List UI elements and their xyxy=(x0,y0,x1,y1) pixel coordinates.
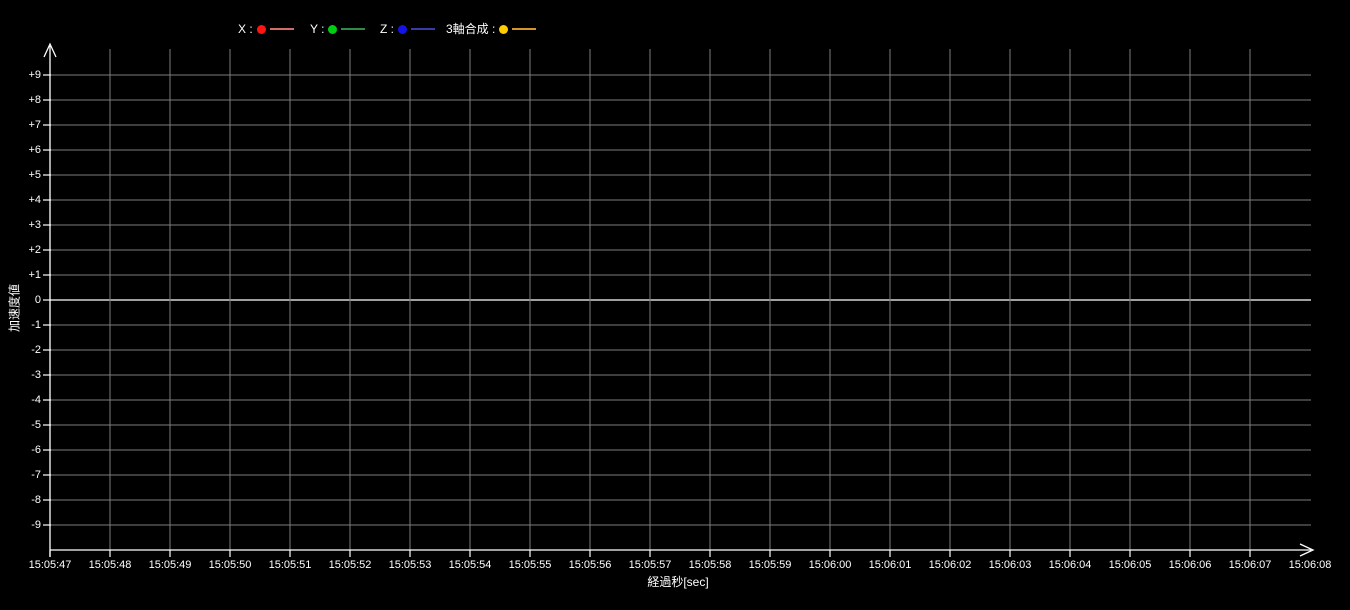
x-tick-label: 15:06:07 xyxy=(1219,559,1281,571)
x-axis-title: 経過秒[sec] xyxy=(647,573,708,590)
x-tick-label: 15:05:51 xyxy=(259,559,321,571)
legend-item-x: X : xyxy=(238,22,294,36)
y-tick-label: -6 xyxy=(0,444,41,456)
x-tick-label: 15:06:02 xyxy=(919,559,981,571)
y-tick-label: +3 xyxy=(0,219,41,231)
x-tick-label: 15:06:05 xyxy=(1099,559,1161,571)
y-tick-label: -2 xyxy=(0,344,41,356)
legend-item-y: Y : xyxy=(310,22,365,36)
x-tick-label: 15:05:59 xyxy=(739,559,801,571)
x-tick-label: 15:05:47 xyxy=(19,559,81,571)
x-tick-label: 15:05:53 xyxy=(379,559,441,571)
x-tick-label: 15:06:06 xyxy=(1159,559,1221,571)
y-tick-label: -5 xyxy=(0,419,41,431)
x-tick-label: 15:05:49 xyxy=(139,559,201,571)
y-tick-label: -7 xyxy=(0,469,41,481)
x-tick-label: 15:06:03 xyxy=(979,559,1041,571)
legend-dot-z-icon xyxy=(398,25,407,34)
y-tick-label: +4 xyxy=(0,194,41,206)
x-tick-label: 15:05:52 xyxy=(319,559,381,571)
legend-line-z-icon xyxy=(411,28,435,30)
legend-label-composite: 3軸合成 : xyxy=(446,22,495,36)
legend-item-z: Z : xyxy=(380,22,435,36)
y-tick-label: +2 xyxy=(0,244,41,256)
x-tick-label: 15:06:01 xyxy=(859,559,921,571)
y-tick-label: -3 xyxy=(0,369,41,381)
y-tick-label: +9 xyxy=(0,69,41,81)
x-tick-label: 15:05:57 xyxy=(619,559,681,571)
accelerometer-chart: +9+8+7+6+5+4+3+2+10-1-2-3-4-5-6-7-8-915:… xyxy=(0,0,1350,610)
y-tick-label: -4 xyxy=(0,394,41,406)
legend-dot-x-icon xyxy=(257,25,266,34)
x-tick-label: 15:06:04 xyxy=(1039,559,1101,571)
legend-line-y-icon xyxy=(341,28,365,30)
x-tick-label: 15:06:08 xyxy=(1279,559,1341,571)
legend-label-x: X : xyxy=(238,22,253,36)
legend-line-composite-icon xyxy=(512,28,536,30)
x-tick-label: 15:05:56 xyxy=(559,559,621,571)
legend-label-y: Y : xyxy=(310,22,324,36)
chart-canvas xyxy=(0,0,1350,610)
legend-dot-y-icon xyxy=(328,25,337,34)
y-tick-label: +7 xyxy=(0,119,41,131)
x-tick-label: 15:05:54 xyxy=(439,559,501,571)
y-tick-label: +8 xyxy=(0,94,41,106)
y-tick-label: +5 xyxy=(0,169,41,181)
x-tick-label: 15:06:00 xyxy=(799,559,861,571)
x-tick-label: 15:05:55 xyxy=(499,559,561,571)
x-tick-label: 15:05:48 xyxy=(79,559,141,571)
legend-line-x-icon xyxy=(270,28,294,30)
y-tick-label: +6 xyxy=(0,144,41,156)
y-tick-label: +1 xyxy=(0,269,41,281)
y-tick-label: -8 xyxy=(0,494,41,506)
x-tick-label: 15:05:58 xyxy=(679,559,741,571)
legend-item-composite: 3軸合成 : xyxy=(446,22,536,36)
y-axis-title: 加速度値 xyxy=(6,284,23,332)
x-tick-label: 15:05:50 xyxy=(199,559,261,571)
y-tick-label: -9 xyxy=(0,519,41,531)
legend-dot-composite-icon xyxy=(499,25,508,34)
legend-label-z: Z : xyxy=(380,22,394,36)
